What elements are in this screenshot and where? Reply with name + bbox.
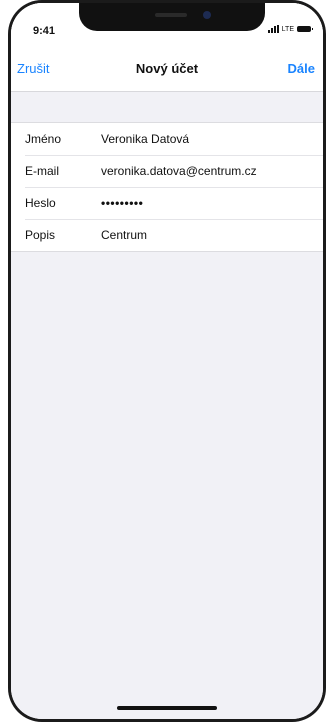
signal-icon — [267, 25, 279, 33]
network-label: LTE — [281, 25, 294, 33]
page-title: Nový účet — [135, 61, 199, 76]
status-bar: 9:41 LTE — [11, 3, 323, 47]
form-row-email[interactable]: E-mail veronika.datova@centrum.cz — [11, 155, 323, 187]
password-field[interactable]: ••••••••• — [101, 196, 143, 210]
phone-frame: 9:41 LTE Zrušit Nový účet Dále Jméno Ver… — [8, 0, 326, 722]
name-field[interactable]: Veronika Datová — [101, 132, 189, 146]
front-camera-icon — [203, 11, 211, 19]
screen: 9:41 LTE Zrušit Nový účet Dále Jméno Ver… — [11, 3, 323, 719]
status-time: 9:41 — [33, 25, 56, 37]
account-form: Jméno Veronika Datová E-mail veronika.da… — [11, 122, 323, 252]
description-label: Popis — [25, 228, 56, 242]
status-indicators: LTE — [267, 25, 313, 33]
description-field[interactable]: Centrum — [101, 228, 147, 242]
email-label: E-mail — [25, 164, 60, 178]
form-row-name[interactable]: Jméno Veronika Datová — [11, 123, 323, 155]
name-label: Jméno — [25, 132, 62, 146]
notch — [79, 3, 265, 31]
form-row-description[interactable]: Popis Centrum — [11, 219, 323, 251]
email-field[interactable]: veronika.datova@centrum.cz — [101, 164, 257, 178]
password-label: Heslo — [25, 196, 56, 210]
battery-icon — [297, 26, 313, 32]
home-indicator[interactable] — [117, 706, 217, 710]
form-row-password[interactable]: Heslo ••••••••• — [11, 187, 323, 219]
next-button[interactable]: Dále — [288, 61, 315, 76]
speaker-grille — [155, 13, 187, 17]
navigation-bar: Zrušit Nový účet Dále — [11, 47, 323, 92]
